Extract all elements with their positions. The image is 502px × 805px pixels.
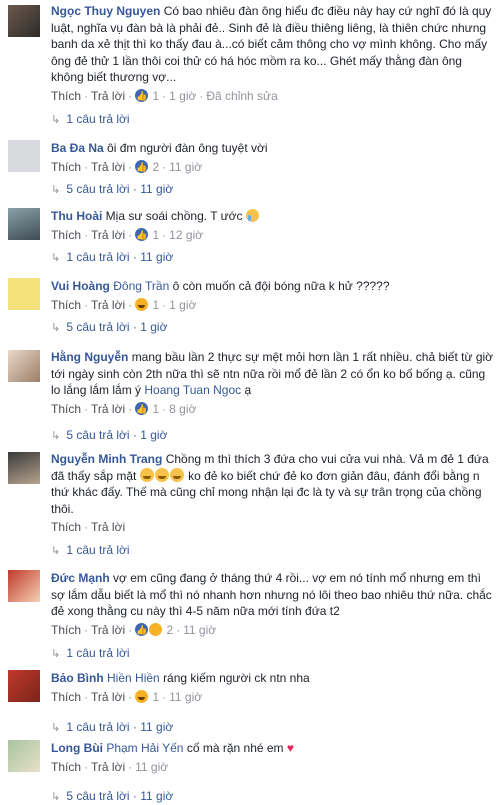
comment-actions: Thích · Trả lời · 1 · 11 giờ: [51, 689, 203, 704]
view-replies-link[interactable]: ↳ 5 câu trả lời · 1 giờ: [51, 427, 167, 443]
comment-actions: Thích·Trả lời· 2·11 giờ: [51, 622, 496, 638]
comment-time[interactable]: 1 giờ: [169, 89, 196, 103]
like-button[interactable]: Thích: [51, 623, 81, 637]
comment-text: ôi đm người đàn ông tuyệt vời: [107, 141, 268, 155]
like-reaction-icon: [135, 227, 149, 243]
view-replies-link[interactable]: ↳ 1 câu trả lời · 11 giờ: [51, 249, 173, 265]
reply-button[interactable]: Trả lời: [91, 760, 125, 774]
like-reaction-icon: [135, 88, 149, 104]
like-button[interactable]: Thích: [51, 520, 81, 534]
comment-time[interactable]: 1 giờ: [169, 298, 196, 312]
reply-arrow-icon: ↳: [51, 545, 61, 557]
view-replies-link[interactable]: ↳ 1 câu trả lời · 11 giờ: [51, 719, 173, 735]
avatar[interactable]: [8, 570, 40, 602]
mention-link[interactable]: Hoang Tuan Ngoc: [144, 383, 241, 397]
like-button[interactable]: Thích: [51, 228, 81, 242]
comment-author[interactable]: Ba Đa Na: [51, 141, 104, 155]
sad-reaction-icon: [149, 622, 163, 636]
reply-button[interactable]: Trả lời: [91, 228, 125, 242]
like-button[interactable]: Thích: [51, 160, 81, 174]
view-replies-link[interactable]: ↳ 1 câu trả lời: [51, 645, 130, 661]
avatar[interactable]: [8, 740, 40, 772]
avatar[interactable]: [8, 452, 40, 484]
comment-text: Mịa sư soái chồng. T ước: [105, 209, 243, 223]
comment-actions: Thích · Trả lời · 1 · 1 giờ: [51, 297, 197, 312]
reply-button[interactable]: Trả lời: [91, 623, 125, 637]
reply-button[interactable]: Trả lời: [91, 690, 125, 704]
comment-actions: Thích·Trả lời· 1·12 giờ: [51, 227, 496, 243]
comment-author[interactable]: Ngọc Thuy Nguyen: [51, 4, 160, 18]
reply-arrow-icon: ↳: [51, 322, 61, 334]
comment-text: vợ em cũng đang ở tháng thứ 4 rồi... vợ …: [51, 571, 492, 618]
comment-time[interactable]: 8 giờ: [169, 402, 196, 416]
like-button[interactable]: Thích: [51, 760, 81, 774]
mention-link[interactable]: Phạm Hải Yến: [106, 741, 183, 755]
reply-arrow-icon: ↳: [51, 648, 61, 660]
mention-link[interactable]: Hiền Hiền: [107, 671, 160, 685]
reply-button[interactable]: Trả lời: [91, 89, 125, 103]
comment-author[interactable]: Vui Hoàng: [51, 279, 110, 293]
like-reaction-icon: [135, 622, 149, 638]
reply-button[interactable]: Trả lời: [91, 298, 125, 312]
laughing-emoji-icon: [154, 467, 169, 482]
like-button[interactable]: Thích: [51, 402, 81, 416]
avatar[interactable]: [8, 5, 40, 37]
avatar[interactable]: [8, 140, 40, 172]
heart-icon: ♥: [286, 741, 295, 755]
comment-text: ô còn muốn cả đội bóng nữa k hử ?????: [172, 279, 390, 293]
comment-time[interactable]: 11 giờ: [135, 760, 168, 774]
avatar[interactable]: [8, 278, 40, 310]
like-reaction-icon: [135, 159, 149, 175]
view-replies-link[interactable]: ↳ 5 câu trả lời · 11 giờ: [51, 181, 173, 197]
comment-author[interactable]: Nguyễn Minh Trang: [51, 452, 162, 466]
laughing-emoji-icon: [139, 467, 154, 482]
haha-reaction-icon: [135, 689, 149, 703]
comment-time[interactable]: 11 giờ: [169, 160, 202, 174]
avatar[interactable]: [8, 208, 40, 240]
view-replies-link[interactable]: ↳ 5 câu trả lời · 11 giờ: [51, 788, 173, 804]
comment-time[interactable]: 11 giờ: [183, 623, 216, 637]
reply-arrow-icon: ↳: [51, 184, 61, 196]
view-replies-link[interactable]: ↳ 1 câu trả lời: [51, 111, 130, 127]
comment-author[interactable]: Hằng Nguyễn: [51, 350, 128, 364]
like-button[interactable]: Thích: [51, 89, 81, 103]
comment-author[interactable]: Long Bùi: [51, 741, 103, 755]
edited-label[interactable]: Đã chỉnh sửa: [206, 89, 277, 103]
comment-text: ráng kiếm người ck ntn nha: [163, 671, 310, 685]
view-replies-link[interactable]: ↳ 5 câu trả lời · 1 giờ: [51, 319, 167, 335]
reply-arrow-icon: ↳: [51, 791, 61, 803]
reply-arrow-icon: ↳: [51, 722, 61, 734]
comment-text: cố mà rặn nhé em: [186, 741, 284, 755]
comment-actions: Thích · Trả lời · 11 giờ: [51, 759, 169, 774]
comment-author[interactable]: Bảo Bình: [51, 671, 104, 685]
reply-arrow-icon: ↳: [51, 252, 61, 264]
comment-actions: Thích·Trả lời· 1·8 giờ: [51, 401, 496, 417]
reply-arrow-icon: ↳: [51, 430, 61, 442]
comment-actions: Thích · Trả lời: [51, 520, 126, 534]
like-reaction-icon: [135, 401, 149, 417]
mention-link[interactable]: Đông Trần: [113, 279, 169, 293]
laughing-emoji-icon: [169, 467, 184, 482]
like-button[interactable]: Thích: [51, 298, 81, 312]
reply-button[interactable]: Trả lời: [91, 520, 125, 534]
comment-author[interactable]: Thu Hoài: [51, 209, 102, 223]
comment-actions: Thích·Trả lời· 1·1 giờ·Đã chỉnh sửa: [51, 88, 496, 104]
view-replies-link[interactable]: ↳ 1 câu trả lời: [51, 542, 130, 558]
comment-actions: Thích·Trả lời· 2·11 giờ: [51, 159, 496, 175]
reply-button[interactable]: Trả lời: [91, 160, 125, 174]
avatar[interactable]: [8, 670, 40, 702]
haha-reaction-icon: [135, 297, 149, 311]
reply-arrow-icon: ↳: [51, 114, 61, 126]
comment-author[interactable]: Đức Mạnh: [51, 571, 110, 585]
comment-time[interactable]: 11 giờ: [169, 690, 202, 704]
like-button[interactable]: Thích: [51, 690, 81, 704]
avatar[interactable]: [8, 350, 40, 382]
comment-time[interactable]: 12 giờ: [169, 228, 203, 242]
reply-button[interactable]: Trả lời: [91, 402, 125, 416]
crying-emoji-icon: [245, 209, 259, 222]
